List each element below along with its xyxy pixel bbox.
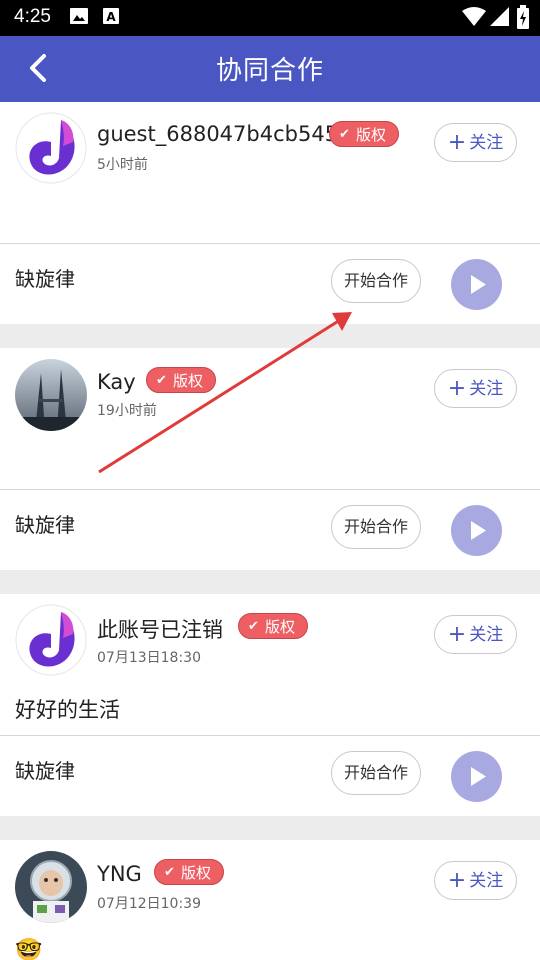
font-icon: A <box>103 8 119 24</box>
svg-text:A: A <box>106 10 116 24</box>
post-card: guest_688047b4cb545 ✔ 版权 5小时前 + 关注 缺旋律 开始… <box>0 102 540 324</box>
divider <box>0 243 540 244</box>
avatar[interactable] <box>15 851 87 923</box>
plus-icon: + <box>447 376 467 401</box>
play-icon <box>471 767 486 786</box>
image-icon <box>70 8 88 24</box>
post-text: 好好的生活 <box>15 698 120 722</box>
play-button[interactable] <box>451 505 502 556</box>
post-card: YNG ✔ 版权 07月12日10:39 + 关注 🤓 <box>0 840 540 960</box>
page-title: 协同合作 <box>215 56 324 86</box>
follow-label: 关注 <box>469 625 504 645</box>
play-icon <box>471 521 486 540</box>
plus-icon: + <box>447 130 467 155</box>
play-icon <box>471 275 486 294</box>
username[interactable]: YNG <box>97 862 142 886</box>
copyright-badge: ✔ 版权 <box>154 859 225 885</box>
status-bar: 4:25 A <box>0 0 540 36</box>
app-logo-icon <box>15 604 87 676</box>
post-time: 07月12日10:39 <box>97 896 201 912</box>
song-name: 缺旋律 <box>15 513 75 537</box>
divider <box>0 489 540 490</box>
status-time: 4:25 <box>14 6 51 27</box>
start-collab-button[interactable]: 开始合作 <box>331 505 421 549</box>
photo-towers-icon <box>15 359 87 431</box>
app-bar: 协同合作 <box>0 36 540 102</box>
follow-button[interactable]: + 关注 <box>434 369 517 408</box>
post-time: 07月13日18:30 <box>97 650 201 666</box>
avatar[interactable] <box>15 604 87 676</box>
check-icon: ✔ <box>156 373 167 388</box>
badge-label: 版权 <box>173 372 204 390</box>
song-name: 缺旋律 <box>15 759 75 783</box>
copyright-badge: ✔ 版权 <box>146 367 217 393</box>
avatar[interactable] <box>15 112 87 184</box>
battery-icon <box>517 5 529 29</box>
follow-button[interactable]: + 关注 <box>434 123 517 162</box>
check-icon: ✔ <box>339 127 350 142</box>
start-collab-button[interactable]: 开始合作 <box>331 259 421 303</box>
plus-icon: + <box>447 868 467 893</box>
play-button[interactable] <box>451 751 502 802</box>
collaboration-feed[interactable]: guest_688047b4cb545 ✔ 版权 5小时前 + 关注 缺旋律 开始… <box>0 102 540 960</box>
follow-button[interactable]: + 关注 <box>434 615 517 654</box>
username[interactable]: Kay <box>97 370 136 394</box>
follow-label: 关注 <box>469 871 504 891</box>
follow-label: 关注 <box>469 133 504 153</box>
start-collab-button[interactable]: 开始合作 <box>331 751 421 795</box>
wifi-icon <box>462 7 486 26</box>
post-time: 19小时前 <box>97 403 157 419</box>
app-logo-icon <box>15 112 87 184</box>
photo-toy-icon <box>15 851 87 923</box>
username[interactable]: 此账号已注销 <box>97 614 223 644</box>
divider <box>0 735 540 736</box>
avatar[interactable] <box>15 359 87 431</box>
follow-label: 关注 <box>469 379 504 399</box>
badge-label: 版权 <box>265 618 296 636</box>
copyright-badge: ✔ 版权 <box>329 121 400 147</box>
play-button[interactable] <box>451 259 502 310</box>
post-card: Kay ✔ 版权 19小时前 + 关注 缺旋律 开始合作 <box>0 348 540 570</box>
post-time: 5小时前 <box>97 157 148 173</box>
song-name: 缺旋律 <box>15 267 75 291</box>
username[interactable]: guest_688047b4cb545 <box>97 122 338 146</box>
badge-label: 版权 <box>356 126 387 144</box>
post-text: 🤓 <box>15 938 43 960</box>
check-icon: ✔ <box>248 619 259 634</box>
badge-label: 版权 <box>181 864 212 882</box>
post-card: 此账号已注销 ✔ 版权 07月13日18:30 + 关注 好好的生活 缺旋律 开始… <box>0 594 540 816</box>
copyright-badge: ✔ 版权 <box>238 613 309 639</box>
check-icon: ✔ <box>164 865 175 880</box>
follow-button[interactable]: + 关注 <box>434 861 517 900</box>
signal-icon <box>490 7 509 26</box>
plus-icon: + <box>447 622 467 647</box>
